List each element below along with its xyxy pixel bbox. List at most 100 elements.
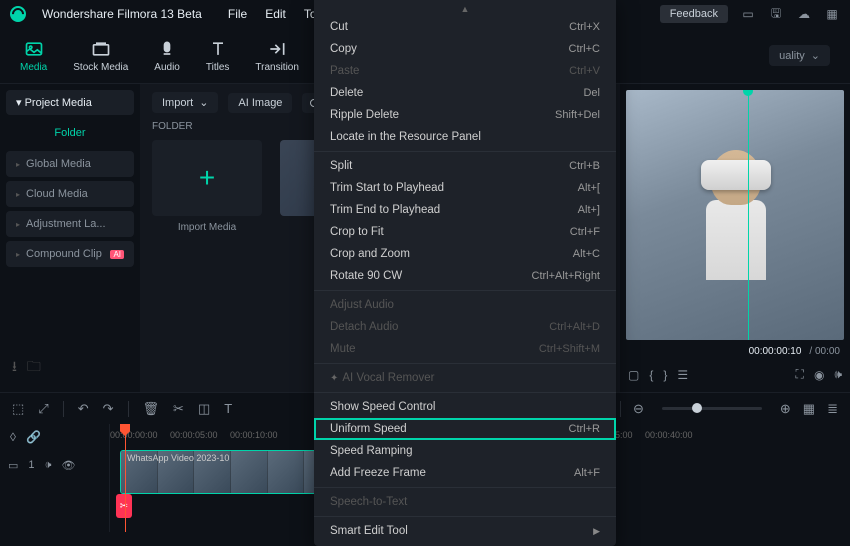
volume-icon[interactable]: 🕪 bbox=[834, 367, 842, 382]
menu-separator bbox=[314, 363, 616, 364]
menu-item-ai-vocal-remover: ✦AI Vocal Remover bbox=[314, 367, 616, 389]
menu-item-uniform-speed[interactable]: Uniform SpeedCtrl+R bbox=[314, 418, 616, 440]
save-icon[interactable]: 🖫 bbox=[768, 6, 784, 22]
sidebar-item-compound-clip[interactable]: Compound ClipAI bbox=[6, 241, 134, 267]
sidebar-item-cloud-media[interactable]: Cloud Media bbox=[6, 181, 134, 207]
separator bbox=[128, 401, 129, 417]
crop-icon[interactable]: ⛶ bbox=[796, 367, 804, 382]
menu-item-locate-in-the-resource-panel[interactable]: Locate in the Resource Panel bbox=[314, 126, 616, 148]
menu-item-add-freeze-frame[interactable]: Add Freeze FrameAlt+F bbox=[314, 462, 616, 484]
menu-item-trim-end-to-playhead[interactable]: Trim End to PlayheadAlt+] bbox=[314, 199, 616, 221]
feedback-button[interactable]: Feedback bbox=[660, 5, 728, 23]
submenu-arrow-icon: ▶ bbox=[593, 526, 600, 537]
sidebar-item-label: Cloud Media bbox=[26, 188, 88, 200]
view-grid-icon[interactable]: ▦ bbox=[803, 401, 815, 417]
menu-item-label: Detach Audio bbox=[330, 321, 398, 333]
list-icon[interactable]: ☰ bbox=[677, 368, 688, 382]
grid-icon[interactable]: ▦ bbox=[824, 6, 840, 22]
preview-marker[interactable] bbox=[748, 90, 749, 340]
cloud-icon[interactable]: ☁ bbox=[796, 6, 812, 22]
menu-file[interactable]: File bbox=[228, 7, 247, 21]
pointer-icon[interactable]: ⬚ bbox=[12, 401, 24, 417]
view-list-icon[interactable]: ≣ bbox=[827, 401, 838, 417]
sidebar-head[interactable]: ▾ Project Media bbox=[6, 90, 134, 115]
menu-item-copy[interactable]: Copy Ctrl+C bbox=[314, 38, 616, 60]
audio-icon[interactable]: 🕩 bbox=[45, 459, 52, 472]
redo-icon[interactable]: ↷ bbox=[103, 401, 114, 417]
menu-item-label: Split bbox=[330, 160, 352, 172]
marker-icon[interactable]: ◊ bbox=[10, 430, 16, 444]
menu-item-label: Crop to Fit bbox=[330, 226, 384, 238]
folder-icon[interactable]: 🗀 bbox=[27, 356, 41, 380]
sidebar-item-adjustment-layer[interactable]: Adjustment La... bbox=[6, 211, 134, 237]
sidebar-item-label: Compound Clip bbox=[26, 248, 102, 260]
import-media-tile[interactable]: + Import Media bbox=[152, 140, 262, 233]
app-title: Wondershare Filmora 13 Beta bbox=[42, 7, 202, 21]
menu-shortcut: Ctrl+F bbox=[570, 226, 600, 238]
sidebar-folder[interactable]: Folder bbox=[6, 119, 134, 147]
playhead[interactable] bbox=[125, 424, 126, 532]
menu-item-label: Copy bbox=[330, 43, 357, 55]
menu-item-rotate-90-cw[interactable]: Rotate 90 CWCtrl+Alt+Right bbox=[314, 265, 616, 287]
monitor-icon[interactable]: ▭ bbox=[740, 6, 756, 22]
delete-icon[interactable]: 🗑 bbox=[143, 401, 160, 417]
crop-tool-icon[interactable]: ◫ bbox=[198, 401, 210, 417]
tab-audio[interactable]: Audio bbox=[154, 39, 180, 73]
track-head[interactable]: ▭ 1 🕩 👁 bbox=[0, 450, 109, 480]
tab-titles[interactable]: Titles bbox=[206, 39, 230, 73]
quality-select[interactable]: uality ⌄ bbox=[769, 45, 830, 66]
preview-frame[interactable] bbox=[626, 90, 844, 340]
sidebar-item-label: Adjustment La... bbox=[26, 218, 106, 230]
time-current: 00:00:00:10 bbox=[749, 346, 802, 357]
menu-item-label: Adjust Audio bbox=[330, 299, 394, 311]
brackets-icon[interactable]: { } bbox=[649, 368, 667, 382]
preview-image bbox=[691, 140, 822, 315]
download-icon[interactable]: ⭳ bbox=[12, 356, 17, 380]
visibility-icon[interactable]: 👁 bbox=[61, 459, 75, 472]
menu-item-label: Paste bbox=[330, 65, 359, 77]
tab-media[interactable]: Media bbox=[20, 39, 47, 73]
titlebar-right: Feedback ▭ 🖫 ☁ ▦ bbox=[660, 5, 840, 23]
menu-item-speed-ramping[interactable]: Speed Ramping bbox=[314, 440, 616, 462]
undo-icon[interactable]: ↶ bbox=[78, 401, 89, 417]
menu-item-adjust-audio: Adjust Audio bbox=[314, 294, 616, 316]
media-icon bbox=[24, 39, 44, 59]
menu-item-crop-to-fit[interactable]: Crop to Fit Ctrl+F bbox=[314, 221, 616, 243]
import-select[interactable]: Import ⌄ bbox=[152, 92, 218, 113]
menu-edit[interactable]: Edit bbox=[265, 7, 286, 21]
scroll-up-icon[interactable]: ▲ bbox=[314, 4, 616, 16]
menu-item-trim-start-to-playhead[interactable]: Trim Start to PlayheadAlt+[ bbox=[314, 177, 616, 199]
menu-item-show-speed-control[interactable]: Show Speed Control bbox=[314, 396, 616, 418]
context-menu: ▲CutCtrl+XCopyCtrl+CPasteCtrl+VDeleteDel… bbox=[314, 0, 616, 546]
menu-item-smart-edit-tool[interactable]: Smart Edit Tool▶ bbox=[314, 520, 616, 542]
text-tool-icon[interactable]: T bbox=[224, 401, 232, 416]
tab-label: Stock Media bbox=[73, 62, 128, 73]
menu-item-label: Uniform Speed bbox=[330, 423, 407, 435]
preview-time: 00:00:00:10 / 00:00 bbox=[626, 340, 844, 363]
preview-controls: ▢ { } ☰ ⛶ ◉ 🕪 bbox=[626, 363, 844, 386]
thumb-label: Import Media bbox=[178, 222, 236, 233]
sidebar-item-global-media[interactable]: Global Media bbox=[6, 151, 134, 177]
menu-item-cut[interactable]: CutCtrl+X bbox=[314, 16, 616, 38]
camera-icon[interactable]: ◉ bbox=[814, 368, 824, 382]
clip-cut-handle[interactable]: ✂ bbox=[116, 494, 132, 518]
menu-item-split[interactable]: SplitCtrl+B bbox=[314, 155, 616, 177]
zoom-in-icon[interactable]: ⊕ bbox=[780, 401, 791, 417]
ai-image-button[interactable]: AI Image bbox=[228, 93, 292, 113]
link-icon[interactable]: 🔗 bbox=[26, 430, 41, 444]
menu-item-label: Add Freeze Frame bbox=[330, 467, 426, 479]
tab-stock-media[interactable]: Stock Media bbox=[73, 39, 128, 73]
menu-item-ripple-delete[interactable]: Ripple DeleteShift+Del bbox=[314, 104, 616, 126]
menu-item-delete[interactable]: DeleteDel bbox=[314, 82, 616, 104]
expand-icon[interactable]: ⤢ bbox=[38, 401, 48, 417]
menu-item-crop-and-zoom[interactable]: Crop and ZoomAlt+C bbox=[314, 243, 616, 265]
zoom-slider[interactable] bbox=[662, 407, 762, 410]
zoom-out-icon[interactable]: ⊖ bbox=[633, 401, 644, 417]
tab-transitions[interactable]: Transition bbox=[255, 39, 299, 73]
menu-shortcut: Ctrl+C bbox=[569, 43, 600, 55]
split-icon[interactable]: ✂ bbox=[173, 401, 184, 417]
menu-item-label: Mute bbox=[330, 343, 356, 355]
stop-icon[interactable]: ▢ bbox=[628, 368, 639, 382]
preview-panel: 00:00:00:10 / 00:00 ▢ { } ☰ ⛶ ◉ 🕪 bbox=[620, 84, 850, 392]
plus-icon: + bbox=[152, 140, 262, 216]
